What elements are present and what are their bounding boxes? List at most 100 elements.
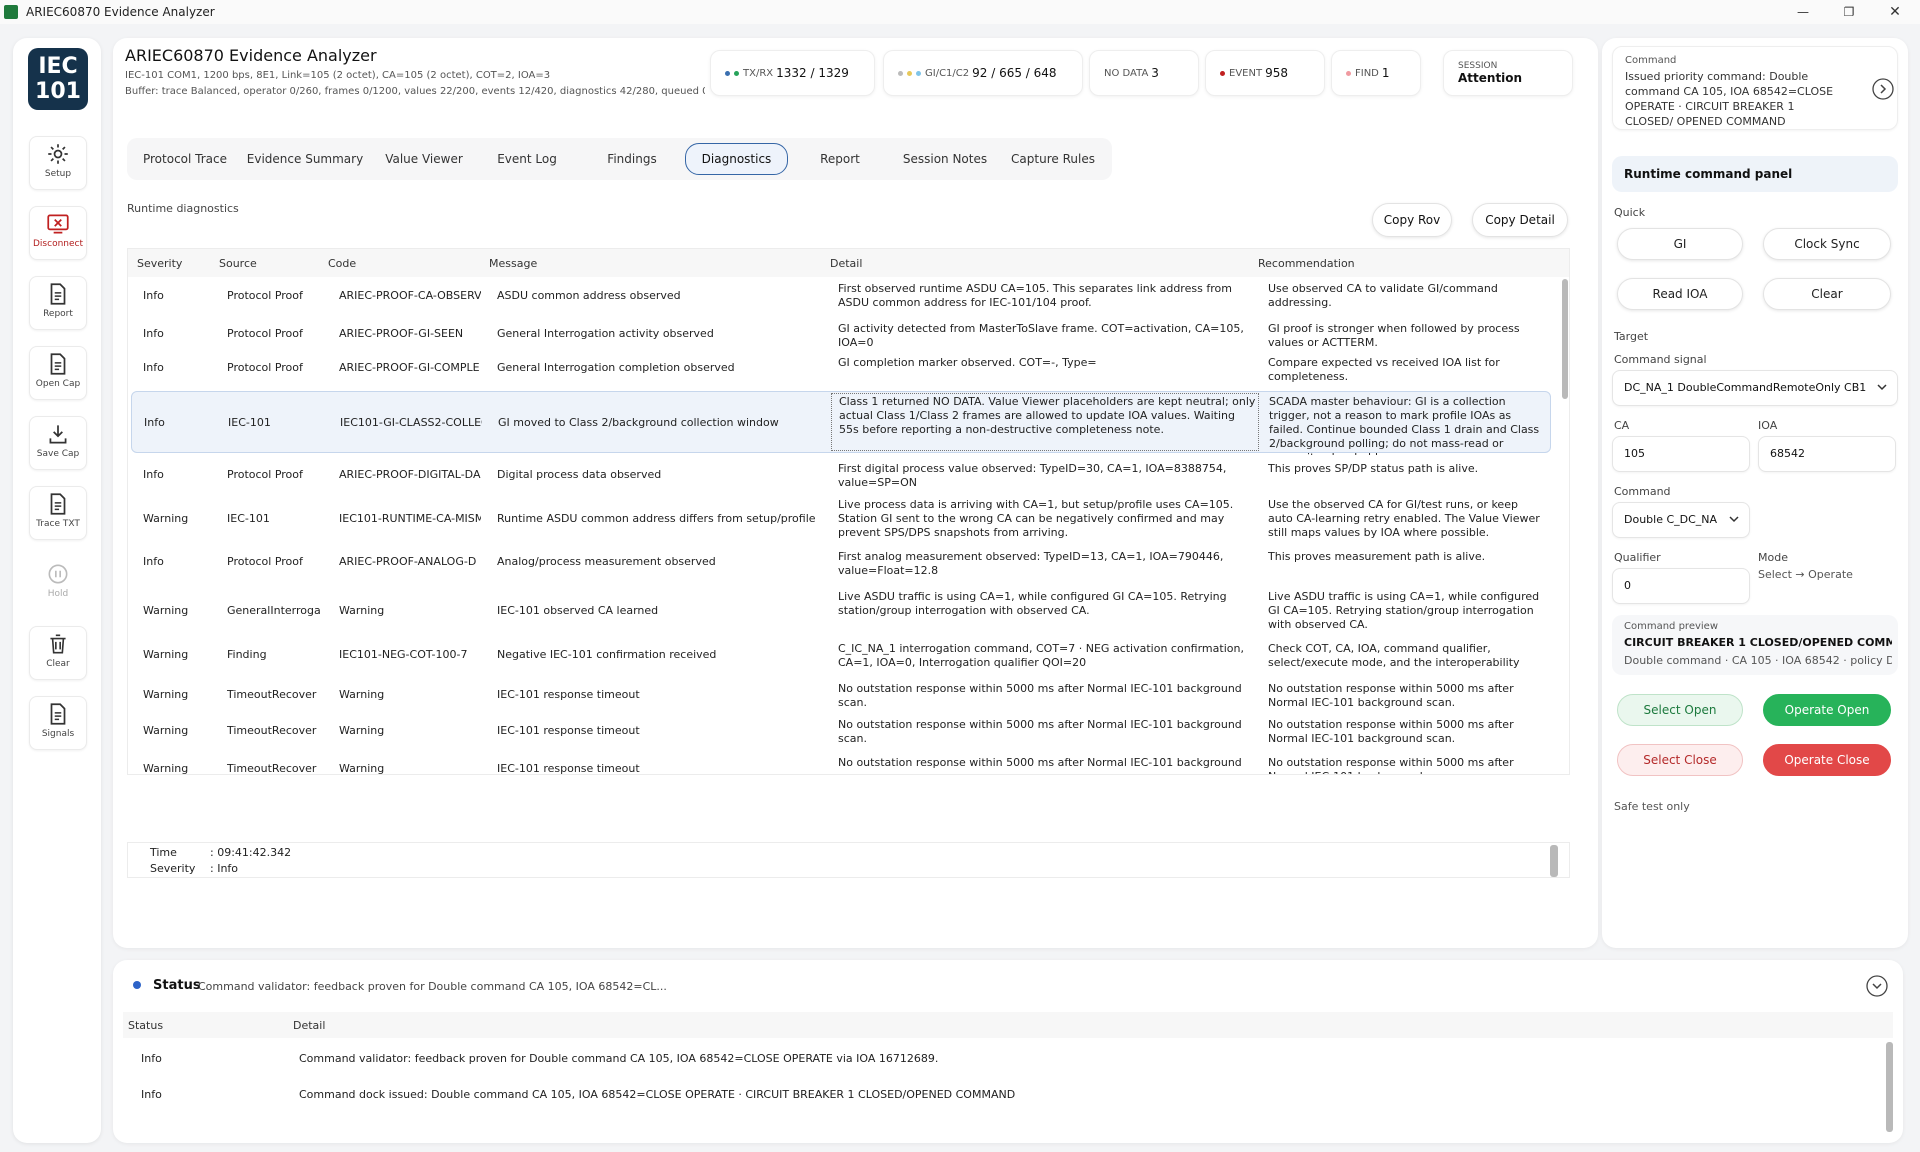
table-row[interactable]: Warning GeneralInterroga Warning IEC-101 ob… bbox=[131, 587, 1551, 635]
minimize-icon[interactable]: — bbox=[1780, 0, 1826, 24]
table-scrollbar[interactable] bbox=[1562, 279, 1568, 399]
copy-row-button[interactable]: Copy Rov bbox=[1372, 203, 1452, 237]
cell-severity: Info bbox=[143, 361, 164, 374]
chevron-right-icon[interactable] bbox=[1871, 77, 1895, 101]
status-scrollbar[interactable] bbox=[1886, 1042, 1893, 1132]
table-row[interactable]: Info Command dock issued: Double command… bbox=[123, 1088, 1883, 1108]
tab-findings[interactable]: Findings bbox=[588, 143, 676, 175]
select-close-button[interactable]: Select Close bbox=[1617, 744, 1743, 776]
table-row[interactable]: Info IEC-101 IEC101-GI-CLASS2-COLLEC GI mov… bbox=[131, 391, 1551, 455]
table-row[interactable]: Warning TimeoutRecover Warning IEC-101 resp… bbox=[131, 679, 1551, 711]
tab-event-log[interactable]: Event Log bbox=[481, 143, 573, 175]
select-open-button[interactable]: Select Open bbox=[1617, 694, 1743, 726]
event-pill: EVENT 958 bbox=[1205, 50, 1325, 96]
table-row[interactable]: Warning IEC-101 IEC101-RUNTIME-CA-MISM Runt… bbox=[131, 495, 1551, 543]
cell-severity: Info bbox=[143, 327, 164, 340]
table-row[interactable]: Info Protocol Proof ARIEC-PROOF-GI-SEEN Gen… bbox=[131, 319, 1551, 349]
cell-message: ASDU common address observed bbox=[497, 289, 681, 302]
disconnect-button[interactable]: Disconnect bbox=[29, 206, 87, 260]
table-row[interactable]: Info Protocol Proof ARIEC-PROOF-CA-OBSERV A… bbox=[131, 279, 1551, 313]
cell-severity: Warning bbox=[143, 724, 189, 737]
tab-capture-rules[interactable]: Capture Rules bbox=[1003, 143, 1103, 175]
trace-txt-button[interactable]: Trace TXT bbox=[29, 486, 87, 540]
setup-button[interactable]: Setup bbox=[29, 136, 87, 190]
tab-report[interactable]: Report bbox=[800, 143, 880, 175]
cell-detail: First observed runtime ASDU CA=105. This… bbox=[838, 282, 1232, 309]
table-row[interactable]: Info Protocol Proof ARIEC-PROOF-DIGITAL-DA… bbox=[131, 459, 1551, 491]
table-row[interactable]: Warning Finding IEC101-NEG-COT-100-7 Negati… bbox=[131, 639, 1551, 672]
page-title: ARIEC60870 Evidence Analyzer bbox=[125, 46, 377, 65]
open-cap-button[interactable]: Open Cap bbox=[29, 346, 87, 400]
tab-evidence-summary[interactable]: Evidence Summary bbox=[243, 143, 367, 175]
cell-severity: Info bbox=[143, 555, 164, 568]
cell-source: IEC-101 bbox=[228, 416, 271, 429]
cell-detail: First digital process value observed: Ty… bbox=[838, 462, 1227, 489]
operate-open-button[interactable]: Operate Open bbox=[1763, 694, 1891, 726]
cell-recommendation: SCADA master behaviour: GI is a collecti… bbox=[1269, 395, 1540, 455]
tab-protocol-trace[interactable]: Protocol Trace bbox=[135, 143, 235, 175]
clear-button[interactable]: Clear bbox=[29, 626, 87, 680]
table-row[interactable]: Info Protocol Proof ARIEC-PROOF-ANALOG-D An… bbox=[131, 547, 1551, 577]
document-icon bbox=[50, 283, 66, 305]
trash-icon bbox=[50, 634, 66, 654]
cell-detail: Live ASDU traffic is using CA=1, while c… bbox=[838, 590, 1227, 617]
cell-code: Warning bbox=[339, 604, 385, 617]
session-pill: SESSION Attention bbox=[1443, 50, 1573, 96]
section-title: Runtime diagnostics bbox=[127, 202, 239, 215]
cell-message: IEC-101 response timeout bbox=[497, 688, 640, 701]
read-ioa-button[interactable]: Read IOA bbox=[1617, 278, 1743, 310]
gi-pill: GI/C1/C2 92 / 665 / 648 bbox=[883, 50, 1083, 96]
command-preview-card: Command preview CIRCUIT BREAKER 1 CLOSED… bbox=[1612, 615, 1898, 675]
txrx-pill: TX/RX 1332 / 1329 bbox=[710, 50, 875, 96]
cell-recommendation: Use the observed CA for GI/test runs, or… bbox=[1268, 498, 1540, 539]
save-cap-button[interactable]: Save Cap bbox=[29, 416, 87, 470]
copy-detail-button[interactable]: Copy Detail bbox=[1472, 203, 1568, 237]
find-pill: FIND 1 bbox=[1331, 50, 1421, 96]
chevron-down-icon[interactable] bbox=[1865, 974, 1889, 998]
cell-source: Protocol Proof bbox=[227, 327, 303, 340]
cell-severity: Warning bbox=[143, 688, 189, 701]
document-icon bbox=[50, 703, 66, 725]
operate-close-button[interactable]: Operate Close bbox=[1763, 744, 1891, 776]
table-row[interactable]: Info Command validator: feedback proven … bbox=[123, 1052, 1883, 1072]
table-row[interactable]: Info Protocol Proof ARIEC-PROOF-GI-COMPLE G… bbox=[131, 353, 1551, 383]
left-rail: IEC 101 Setup Disconnect Report Open Cap… bbox=[13, 38, 101, 1143]
ioa-input[interactable]: 68542 bbox=[1758, 436, 1896, 472]
command-signal-select[interactable]: DC_NA_1 DoubleCommandRemoteOnly CB1 bbox=[1612, 370, 1898, 406]
restore-icon[interactable]: ❐ bbox=[1826, 0, 1872, 24]
close-icon[interactable]: ✕ bbox=[1872, 0, 1918, 24]
disconnect-monitor-icon bbox=[47, 214, 69, 234]
cell-message: Runtime ASDU common address differs from… bbox=[497, 512, 816, 525]
table-row[interactable]: Warning TimeoutRecover Warning IEC-101 resp… bbox=[131, 715, 1551, 747]
cell-code: ARIEC-PROOF-GI-COMPLE bbox=[339, 361, 480, 374]
tab-session-notes[interactable]: Session Notes bbox=[897, 143, 993, 175]
cell-recommendation: Compare expected vs received IOA list fo… bbox=[1268, 356, 1500, 383]
report-button[interactable]: Report bbox=[29, 276, 87, 330]
cell-code: IEC101-GI-CLASS2-COLLEC bbox=[340, 416, 482, 429]
cell-source: TimeoutRecover bbox=[227, 762, 317, 775]
clock-sync-button[interactable]: Clock Sync bbox=[1763, 228, 1891, 260]
table-header: Severity Source Code Message Detail Reco… bbox=[128, 249, 1569, 277]
ca-input[interactable]: 105 bbox=[1612, 436, 1750, 472]
mode-value: Select → Operate bbox=[1758, 568, 1853, 581]
signals-button[interactable]: Signals bbox=[29, 696, 87, 750]
gi-button[interactable]: GI bbox=[1617, 228, 1743, 260]
cell-message: IEC-101 observed CA learned bbox=[497, 604, 659, 617]
detail-scrollbar[interactable] bbox=[1550, 845, 1558, 877]
tab-diagnostics[interactable]: Diagnostics bbox=[685, 143, 788, 175]
qualifier-input[interactable]: 0 bbox=[1612, 568, 1750, 604]
tab-value-viewer[interactable]: Value Viewer bbox=[376, 143, 472, 175]
hold-button[interactable]: Hold bbox=[29, 556, 87, 610]
command-type-select[interactable]: Double C_DC_NA bbox=[1612, 502, 1750, 538]
cell-code: ARIEC-PROOF-CA-OBSERV bbox=[339, 289, 481, 302]
cell-message: IEC-101 response timeout bbox=[497, 762, 640, 775]
table-row[interactable]: Warning TimeoutRecover Warning IEC-101 resp… bbox=[131, 753, 1551, 775]
cell-severity: Info bbox=[143, 468, 164, 481]
cell-detail: No outstation response within 5000 ms af… bbox=[838, 718, 1242, 745]
cell-detail: C_IC_NA_1 interrogation command, COT=7 ·… bbox=[838, 642, 1244, 669]
cell-recommendation: No outstation response within 5000 ms af… bbox=[1268, 718, 1514, 745]
cell-source: Protocol Proof bbox=[227, 555, 303, 568]
clear-command-button[interactable]: Clear bbox=[1763, 278, 1891, 310]
selected-cell-focus bbox=[831, 393, 1259, 451]
cell-detail: First analog measurement observed: TypeI… bbox=[838, 550, 1224, 577]
